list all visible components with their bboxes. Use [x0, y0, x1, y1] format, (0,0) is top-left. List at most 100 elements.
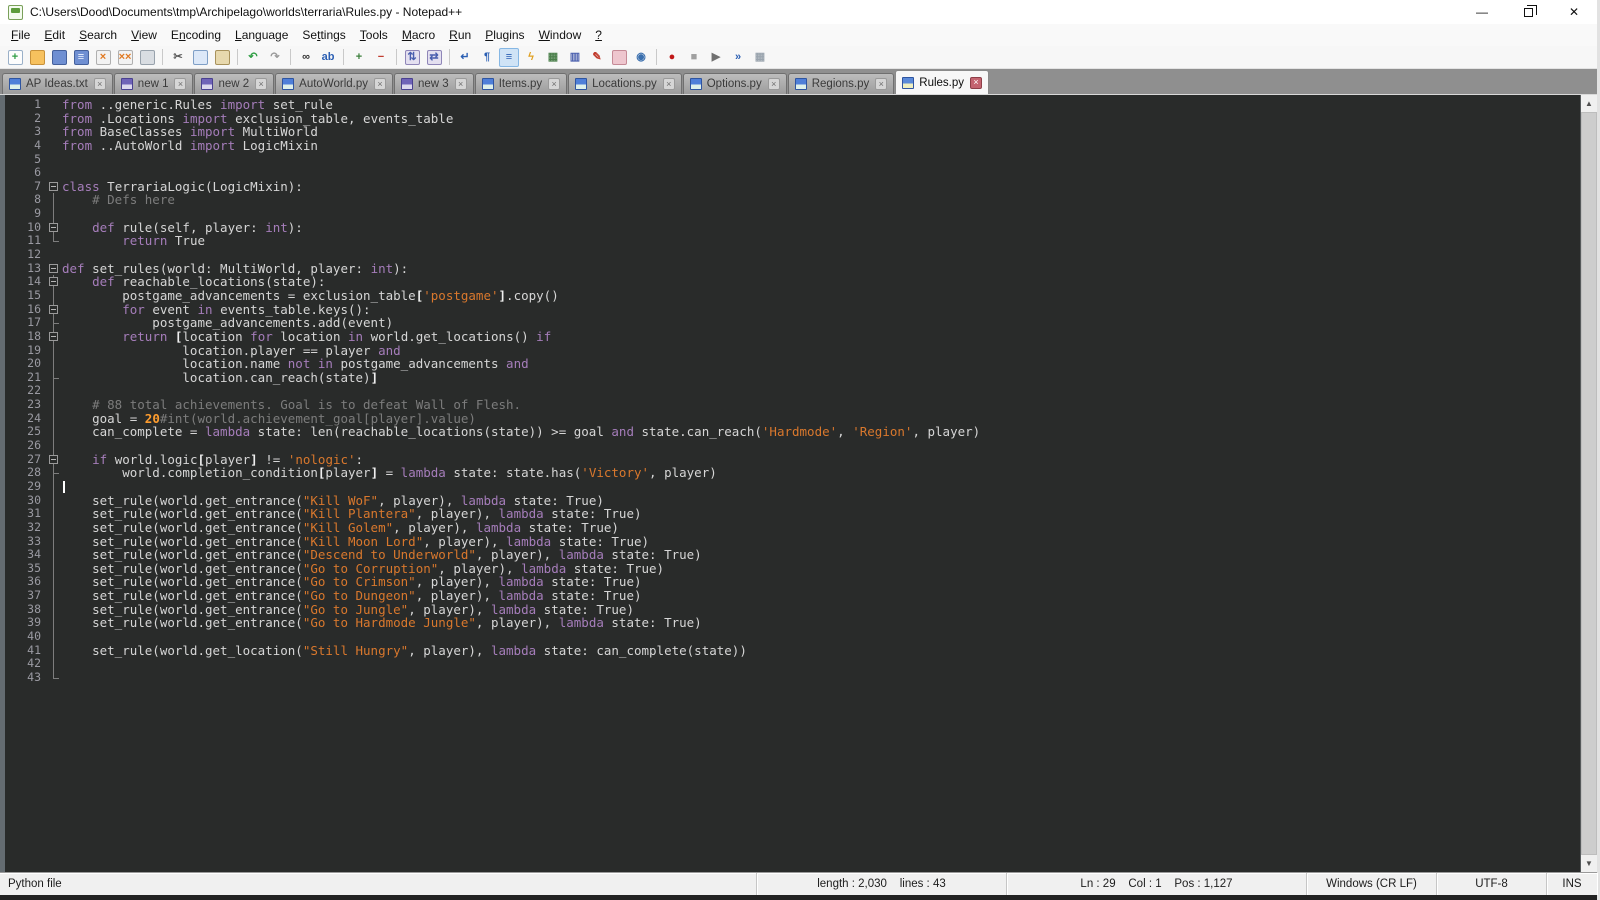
code-line[interactable]: 11 return True — [5, 234, 1580, 248]
toolbar-button-print[interactable] — [137, 48, 157, 67]
code-line[interactable]: 13def set_rules(world: MultiWorld, playe… — [5, 262, 1580, 276]
code-line[interactable]: 20 location.name not in postgame_advance… — [5, 357, 1580, 371]
menu-item-search[interactable]: Search — [72, 26, 124, 44]
code-line[interactable]: 4from ..AutoWorld import LogicMixin — [5, 139, 1580, 153]
toolbar-button-replace[interactable]: ab — [318, 48, 338, 67]
code-line[interactable]: 17 postgame_advancements.add(event) — [5, 316, 1580, 330]
code-line[interactable]: 15 postgame_advancements = exclusion_tab… — [5, 289, 1580, 303]
fold-collapse-icon[interactable] — [45, 453, 62, 467]
menu-item-view[interactable]: View — [124, 26, 164, 44]
tab-rules-py[interactable]: Rules.py× — [895, 70, 989, 94]
tab-close-icon[interactable]: × — [374, 78, 386, 90]
code-line[interactable]: 3from BaseClasses import MultiWorld — [5, 125, 1580, 139]
fold-collapse-icon[interactable] — [45, 180, 62, 194]
fold-collapse-icon[interactable] — [45, 221, 62, 235]
code-line[interactable]: 25 can_complete = lambda state: len(reac… — [5, 425, 1580, 439]
toolbar-button-document-list[interactable]: ▥ — [565, 48, 585, 67]
code-line[interactable]: 28 world.completion_condition[player] = … — [5, 466, 1580, 480]
toolbar-button-sync-vertical[interactable]: ⇅ — [402, 48, 422, 67]
code-line[interactable]: 21 location.can_reach(state)] — [5, 371, 1580, 385]
toolbar-button-paste[interactable] — [212, 48, 232, 67]
code-line[interactable]: 41 set_rule(world.get_location("Still Hu… — [5, 644, 1580, 658]
code-line[interactable]: 1from ..generic.Rules import set_rule — [5, 98, 1580, 112]
code-line[interactable]: 43 — [5, 671, 1580, 685]
toolbar-button-copy[interactable] — [190, 48, 210, 67]
restore-button[interactable] — [1505, 0, 1551, 24]
code-line[interactable]: 27 if world.logic[player] != 'nologic': — [5, 453, 1580, 467]
tab-close-icon[interactable]: × — [255, 78, 267, 90]
code-line[interactable]: 16 for event in events_table.keys(): — [5, 303, 1580, 317]
code-line[interactable]: 23 # 88 total achievements. Goal is to d… — [5, 398, 1580, 412]
code-line[interactable]: 12 — [5, 248, 1580, 262]
toolbar-button-monitoring-eye[interactable]: ◉ — [631, 48, 651, 67]
code-line[interactable]: 37 set_rule(world.get_entrance("Go to Du… — [5, 589, 1580, 603]
code-area[interactable]: 1from ..generic.Rules import set_rule2fr… — [5, 95, 1580, 872]
menu-item-edit[interactable]: Edit — [37, 26, 72, 44]
toolbar-button-macro-play[interactable]: ▶ — [706, 48, 726, 67]
code-line[interactable]: 35 set_rule(world.get_entrance("Go to Co… — [5, 562, 1580, 576]
code-line[interactable]: 2from .Locations import exclusion_table,… — [5, 112, 1580, 126]
tab-regions-py[interactable]: Regions.py× — [788, 73, 895, 94]
toolbar-button-macro-save[interactable]: ▦ — [750, 48, 770, 67]
toolbar-button-close-doc[interactable]: × — [93, 48, 113, 67]
tab-locations-py[interactable]: Locations.py× — [568, 73, 682, 94]
menu-item-window[interactable]: Window — [532, 26, 589, 44]
toolbar-button-show-all-characters[interactable]: ¶ — [477, 48, 497, 67]
menu-item-tools[interactable]: Tools — [353, 26, 395, 44]
scroll-thumb[interactable] — [1581, 112, 1597, 855]
tab-close-icon[interactable]: × — [174, 78, 186, 90]
toolbar-button-edit-script[interactable]: ✎ — [587, 48, 607, 67]
code-line[interactable]: 22 — [5, 384, 1580, 398]
toolbar-button-new-file[interactable]: + — [5, 48, 25, 67]
toolbar-button-function-list[interactable]: ϟ — [521, 48, 541, 67]
toolbar-button-macro-run-multiple[interactable]: » — [728, 48, 748, 67]
code-line[interactable]: 5 — [5, 153, 1580, 167]
tab-close-icon[interactable]: × — [663, 78, 675, 90]
toolbar-button-zoom-out[interactable]: − — [371, 48, 391, 67]
tab-ap-ideas-txt[interactable]: AP Ideas.txt× — [2, 73, 113, 94]
fold-collapse-icon[interactable] — [45, 262, 62, 276]
toolbar-button-save-all[interactable]: ≡ — [71, 48, 91, 67]
tab-new-1[interactable]: new 1× — [114, 73, 194, 94]
toolbar-button-undo[interactable]: ↶ — [243, 48, 263, 67]
code-line[interactable]: 18 return [location for location in worl… — [5, 330, 1580, 344]
tab-options-py[interactable]: Options.py× — [683, 73, 787, 94]
close-button[interactable]: ✕ — [1551, 0, 1597, 24]
toolbar-button-open-file[interactable] — [27, 48, 47, 67]
tab-close-icon[interactable]: × — [970, 77, 982, 89]
tab-close-icon[interactable]: × — [768, 78, 780, 90]
toolbar-button-macro-stop[interactable]: ■ — [684, 48, 704, 67]
toolbar-button-redo[interactable]: ↷ — [265, 48, 285, 67]
code-line[interactable]: 39 set_rule(world.get_entrance("Go to Ha… — [5, 616, 1580, 630]
tab-autoworld-py[interactable]: AutoWorld.py× — [275, 73, 393, 94]
code-line[interactable]: 29 — [5, 480, 1580, 494]
tab-close-icon[interactable]: × — [455, 78, 467, 90]
toolbar-button-find[interactable]: ∞ — [296, 48, 316, 67]
tab-new-3[interactable]: new 3× — [394, 73, 474, 94]
fold-collapse-icon[interactable] — [45, 303, 62, 317]
code-line[interactable]: 19 location.player == player and — [5, 344, 1580, 358]
toolbar-button-document-map[interactable]: ▦ — [543, 48, 563, 67]
code-line[interactable]: 24 goal = 20#int(world.achievement_goal[… — [5, 412, 1580, 426]
tab-new-2[interactable]: new 2× — [194, 73, 274, 94]
toolbar-button-close-all-docs[interactable]: ×× — [115, 48, 135, 67]
tab-items-py[interactable]: Items.py× — [475, 73, 567, 94]
code-line[interactable]: 7class TerrariaLogic(LogicMixin): — [5, 180, 1580, 194]
tab-close-icon[interactable]: × — [94, 78, 106, 90]
toolbar-button-sync-horizontal[interactable]: ⇄ — [424, 48, 444, 67]
fold-collapse-icon[interactable] — [45, 330, 62, 344]
vertical-scrollbar[interactable]: ▲ ▼ — [1580, 95, 1597, 872]
toolbar-button-cut[interactable]: ✂ — [168, 48, 188, 67]
code-line[interactable]: 10 def rule(self, player: int): — [5, 221, 1580, 235]
code-line[interactable]: 38 set_rule(world.get_entrance("Go to Ju… — [5, 603, 1580, 617]
code-line[interactable]: 14 def reachable_locations(state): — [5, 275, 1580, 289]
menu-item-language[interactable]: Language — [228, 26, 295, 44]
code-line[interactable]: 34 set_rule(world.get_entrance("Descend … — [5, 548, 1580, 562]
menu-item-macro[interactable]: Macro — [395, 26, 442, 44]
scroll-down-button[interactable]: ▼ — [1581, 855, 1597, 872]
menu-item-run[interactable]: Run — [442, 26, 478, 44]
toolbar-button-save[interactable] — [49, 48, 69, 67]
tab-close-icon[interactable]: × — [548, 78, 560, 90]
toolbar-button-zoom-in[interactable]: + — [349, 48, 369, 67]
code-line[interactable]: 36 set_rule(world.get_entrance("Go to Cr… — [5, 575, 1580, 589]
